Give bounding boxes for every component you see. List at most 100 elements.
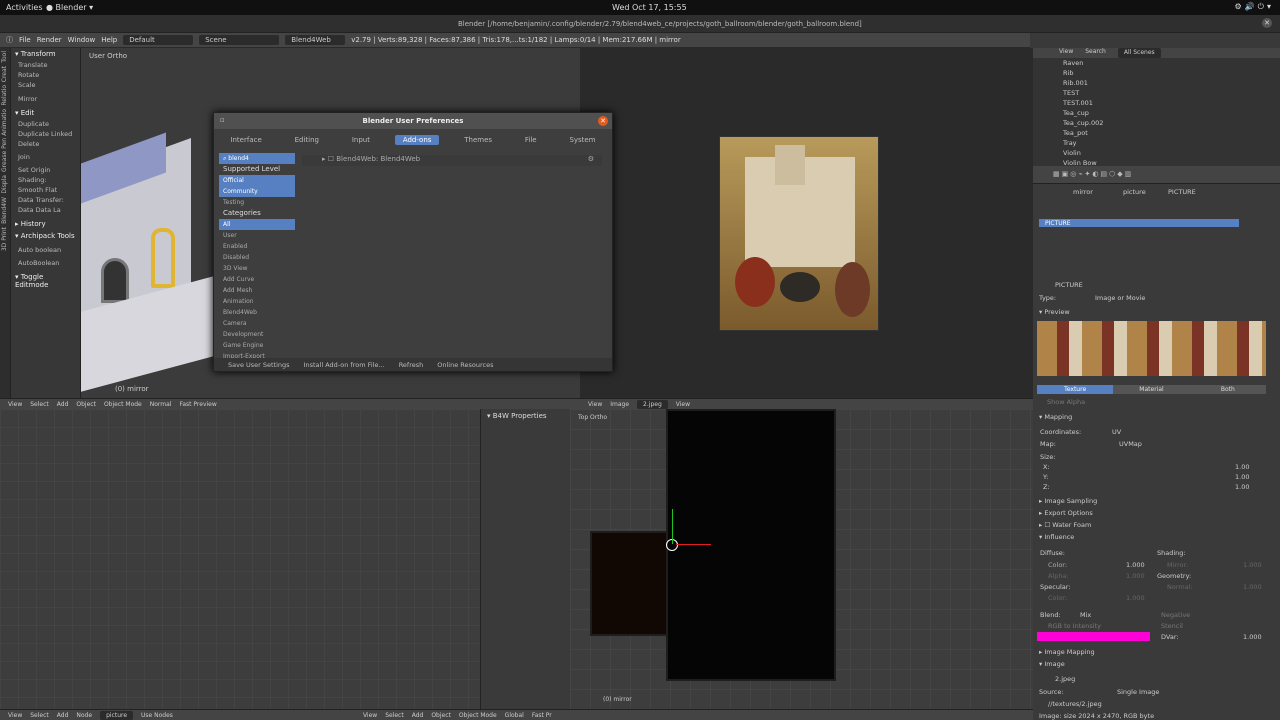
level-official[interactable]: Official — [219, 175, 295, 186]
outliner-item[interactable]: Rib — [1033, 68, 1280, 78]
top-ortho-viewport[interactable]: Top Ortho (0) mirror — [570, 409, 1033, 709]
material-select[interactable]: picture — [100, 710, 134, 720]
category-item[interactable]: Enabled — [219, 241, 295, 252]
menu-help[interactable]: Help — [101, 36, 117, 44]
preview-tab-both[interactable]: Both — [1189, 385, 1266, 394]
outliner-item[interactable]: Raven — [1033, 58, 1280, 68]
menu-select[interactable]: Select — [30, 712, 49, 719]
specular-color-value[interactable]: 1.000 — [1126, 594, 1145, 602]
coordinates-select[interactable]: UV — [1112, 428, 1121, 436]
duplicate-button[interactable]: Duplicate — [11, 119, 80, 129]
specular-color-checkbox[interactable]: Color: — [1048, 594, 1067, 602]
object-mode-select[interactable]: Object Mode — [459, 712, 497, 719]
tab-animation[interactable]: Animatio — [1, 109, 8, 136]
tab-tool[interactable]: Tool — [1, 51, 8, 63]
outliner-item[interactable]: Tray — [1033, 138, 1280, 148]
outliner-item[interactable]: Violin — [1033, 148, 1280, 158]
outliner-item[interactable]: Tea_pot — [1033, 128, 1280, 138]
blend-select[interactable]: Mix — [1080, 611, 1091, 619]
app-menu[interactable]: ● Blender ▾ — [46, 3, 93, 12]
tab-interface[interactable]: Interface — [222, 135, 269, 145]
category-item[interactable]: Disabled — [219, 252, 295, 263]
object-mode-select[interactable]: Object Mode — [104, 401, 142, 408]
tab-relations[interactable]: Relatio — [1, 85, 8, 106]
fast-preview-button[interactable]: Fast Pr — [532, 712, 552, 719]
menu-object[interactable]: Object — [76, 401, 96, 408]
menu-view[interactable]: View — [8, 401, 22, 408]
level-community[interactable]: Community — [219, 186, 295, 197]
panel-preview[interactable]: ▾ Preview — [1039, 308, 1070, 316]
menu-add[interactable]: Add — [412, 712, 424, 719]
panel-mapping[interactable]: ▾ Mapping — [1039, 413, 1072, 421]
diffuse-color-checkbox[interactable]: Color: — [1048, 561, 1067, 569]
category-item[interactable]: Game Engine — [219, 340, 295, 351]
source-select[interactable]: Single Image — [1117, 688, 1159, 696]
menu-render[interactable]: Render — [37, 36, 62, 44]
size-y-field[interactable]: 1.00 — [1235, 473, 1249, 481]
clock[interactable]: Wed Oct 17, 15:55 — [612, 3, 687, 12]
panel-archipack[interactable]: ▾ Archipack Tools — [11, 230, 80, 242]
outliner-item[interactable]: TEST — [1033, 88, 1280, 98]
duplicate-linked-button[interactable]: Duplicate Linked — [11, 129, 80, 139]
menu-file[interactable]: File — [19, 36, 31, 44]
tab-addons[interactable]: Add-ons — [394, 135, 440, 145]
normal-checkbox[interactable]: Normal: — [1167, 583, 1193, 591]
category-item[interactable]: Add Mesh — [219, 285, 295, 296]
blend-color-swatch[interactable] — [1037, 632, 1150, 641]
panel-image-sampling[interactable]: ▸ Image Sampling — [1039, 497, 1097, 505]
preview-tab-texture[interactable]: Texture — [1037, 385, 1114, 394]
render-engine-select[interactable]: Blend4Web — [285, 35, 346, 45]
stencil-checkbox[interactable]: Stencil — [1161, 622, 1183, 630]
outliner-view-menu[interactable]: View — [1059, 48, 1073, 58]
category-item[interactable]: Development — [219, 329, 295, 340]
level-testing[interactable]: Testing — [219, 197, 295, 208]
activities-button[interactable]: Activities — [6, 3, 43, 12]
tab-themes[interactable]: Themes — [456, 135, 500, 145]
tab-system[interactable]: System — [561, 135, 603, 145]
outliner-item[interactable]: Tea_cup — [1033, 108, 1280, 118]
screen-layout-select[interactable]: Default — [123, 35, 194, 45]
size-z-field[interactable]: 1.00 — [1235, 483, 1249, 491]
texture-slot-selected[interactable]: PICTURE — [1039, 219, 1239, 227]
image-select[interactable]: 2.jpeg — [637, 399, 668, 409]
properties-context-icons[interactable]: ▦▣◎⌁✦◐▤⬡◆▥ — [1053, 170, 1133, 178]
pivot-select[interactable]: Normal — [150, 401, 172, 408]
node-editor[interactable] — [0, 409, 480, 709]
display-mode-select[interactable]: All Scenes — [1117, 48, 1161, 58]
type-select[interactable]: Image or Movie — [1095, 294, 1145, 302]
menu-image[interactable]: Image — [610, 401, 629, 408]
tray-icons[interactable]: ⚙🔊⏻▾ — [1235, 2, 1274, 12]
alpha-checkbox[interactable]: Alpha: — [1048, 572, 1069, 580]
image-name-field[interactable]: 2.jpeg — [1055, 675, 1075, 683]
panel-influence[interactable]: ▾ Influence — [1039, 533, 1074, 541]
tab-grease-pencil[interactable]: Grease Pen — [1, 138, 8, 172]
panel-transform[interactable]: ▾ Transform — [11, 48, 80, 60]
tab-3d-print[interactable]: 3D Print — [1, 227, 8, 251]
shading-buttons[interactable]: Smooth Flat — [11, 185, 80, 195]
auto-boolean-button[interactable]: Auto boolean — [11, 245, 80, 255]
view-select[interactable]: View — [676, 401, 690, 408]
size-x-field[interactable]: 1.00 — [1235, 463, 1249, 471]
panel-edit[interactable]: ▾ Edit — [11, 107, 80, 119]
category-item[interactable]: 3D View — [219, 263, 295, 274]
panel-image[interactable]: ▾ Image — [1039, 660, 1065, 668]
outliner-search-menu[interactable]: Search — [1085, 48, 1106, 58]
category-item[interactable]: Blend4Web — [219, 307, 295, 318]
rgb-to-intensity-checkbox[interactable]: RGB to Intensity — [1048, 622, 1101, 630]
mirror-button[interactable]: Mirror — [11, 94, 80, 104]
category-item[interactable]: Camera — [219, 318, 295, 329]
menu-add[interactable]: Add — [57, 401, 69, 408]
outliner-item[interactable]: Rib.001 — [1033, 78, 1280, 88]
diffuse-color-value[interactable]: 1.000 — [1126, 561, 1145, 569]
translate-button[interactable]: Translate — [11, 60, 80, 70]
uv-map-field[interactable]: UVMap — [1119, 440, 1142, 448]
alpha-value[interactable]: 1.000 — [1126, 572, 1145, 580]
b4w-properties-header[interactable]: ▾ B4W Properties — [487, 412, 547, 420]
negative-checkbox[interactable]: Negative — [1161, 611, 1190, 619]
panel-image-mapping[interactable]: ▸ Image Mapping — [1039, 648, 1095, 656]
category-item[interactable]: All — [219, 219, 295, 230]
menu-node[interactable]: Node — [76, 712, 92, 719]
editor-type-icon[interactable]: ⓘ — [6, 35, 13, 45]
menu-select[interactable]: Select — [385, 712, 404, 719]
panel-water-foam[interactable]: ▸ ☐ Water Foam — [1039, 521, 1091, 529]
